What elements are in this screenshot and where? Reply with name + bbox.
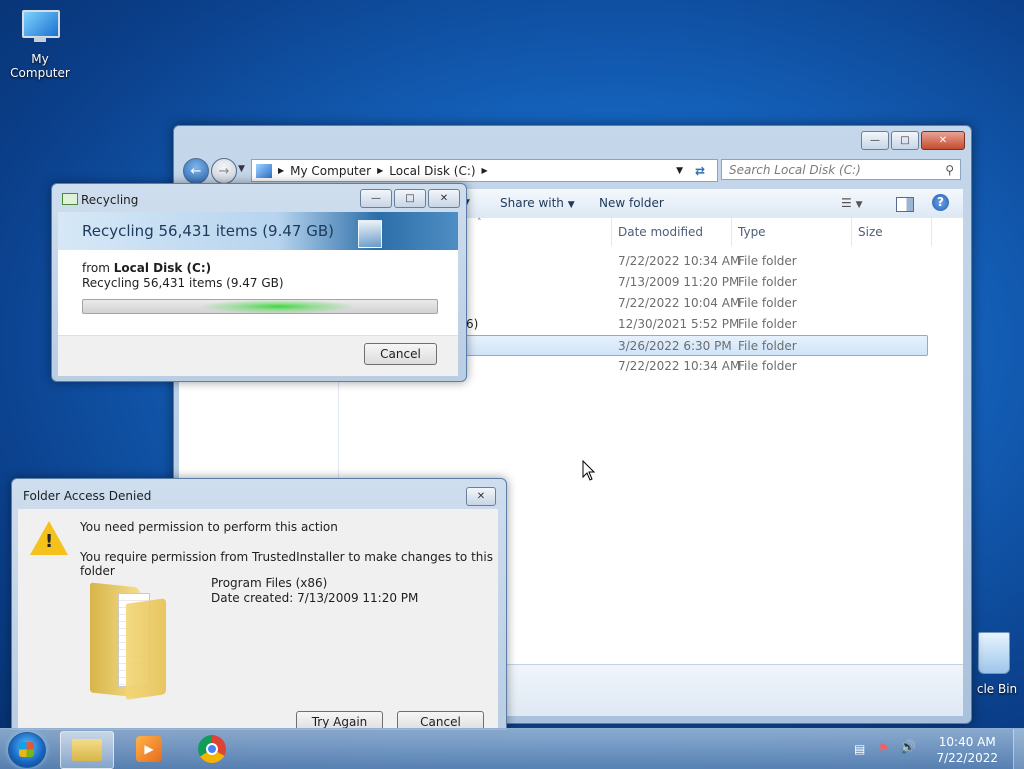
folder-icon	[72, 739, 102, 761]
cancel-button[interactable]: Cancel	[364, 343, 437, 365]
mouse-cursor-icon	[582, 460, 596, 481]
row-date: 7/22/2022 10:34 AM	[618, 359, 741, 373]
banner-title: Recycling 56,431 items (9.47 GB)	[82, 222, 334, 240]
clock-time: 10:40 AM	[938, 735, 996, 749]
forward-button[interactable]: →	[211, 158, 237, 184]
address-dropdown-icon[interactable]: ▼	[676, 166, 683, 176]
close-button[interactable]: ✕	[921, 131, 965, 150]
desktop-icon-label: cle Bin	[976, 682, 1018, 696]
network-icon[interactable]: ▤	[854, 742, 865, 756]
from-prefix: from	[82, 261, 110, 275]
minimize-button[interactable]: —	[861, 131, 889, 150]
maximize-button[interactable]: □	[891, 131, 919, 150]
taskbar: ▶ ▤ ⚑ 🔊 10:40 AM 7/22/2022	[0, 728, 1024, 769]
search-input[interactable]: Search Local Disk (C:) ⚲	[721, 159, 961, 180]
recycle-bin-glow-icon	[358, 220, 382, 248]
recycle-icon	[62, 193, 78, 205]
recycle-bin-icon	[978, 632, 1010, 674]
column-size[interactable]: Size	[858, 225, 883, 239]
row-date: 7/13/2009 11:20 PM	[618, 275, 740, 289]
chevron-right-icon: ▶	[377, 166, 384, 175]
system-tray: ▤ ⚑ 🔊 10:40 AM 7/22/2022	[854, 729, 1024, 769]
row-type: File folder	[738, 317, 797, 331]
search-placeholder: Search Local Disk (C:)	[729, 162, 861, 177]
progress-detail: Recycling 56,431 items (9.47 GB)	[82, 276, 284, 290]
preview-pane-icon[interactable]	[896, 197, 914, 212]
row-name: 6)	[466, 317, 479, 331]
progress-bar	[82, 299, 438, 314]
help-icon[interactable]: ?	[932, 194, 949, 211]
new-folder-button[interactable]: New folder	[599, 196, 664, 210]
message-secondary: You require permission from TrustedInsta…	[80, 550, 493, 578]
chrome-icon	[198, 735, 226, 763]
folder-name: Program Files (x86)	[211, 576, 328, 590]
row-type: File folder	[738, 254, 797, 268]
folder-access-denied-dialog: Folder Access Denied ✕ ! You need permis…	[11, 478, 507, 730]
breadcrumb-my-computer[interactable]: My Computer	[290, 164, 371, 178]
progress-banner: Recycling 56,431 items (9.47 GB)	[58, 212, 458, 250]
computer-icon	[256, 163, 272, 178]
dialog-body: ! You need permission to perform this ac…	[18, 509, 498, 729]
search-icon[interactable]: ⚲	[945, 163, 954, 177]
folder-icon	[90, 575, 170, 700]
computer-icon	[20, 10, 60, 42]
windows-logo-icon	[19, 742, 34, 757]
sort-indicator-icon: ˄	[477, 218, 482, 228]
start-button[interactable]	[8, 732, 46, 768]
dialog-title: Recycling	[81, 193, 139, 207]
volume-icon[interactable]: 🔊	[900, 740, 916, 755]
folder-date-created: Date created: 7/13/2009 11:20 PM	[211, 591, 419, 605]
taskbar-explorer[interactable]	[60, 731, 114, 769]
view-options-icon[interactable]: ☰ ▼	[841, 196, 863, 210]
row-type: File folder	[738, 275, 797, 289]
desktop-icon-label: My Computer	[10, 52, 70, 80]
refresh-icon[interactable]: ⇄	[695, 164, 705, 178]
close-button[interactable]: ✕	[466, 487, 496, 506]
desktop-icon-my-computer[interactable]: My Computer	[0, 10, 80, 80]
media-player-icon: ▶	[136, 736, 162, 762]
dialog-title: Folder Access Denied	[23, 489, 152, 503]
clock[interactable]: 10:40 AM 7/22/2022	[936, 734, 998, 766]
arrow-right-icon: →	[218, 163, 230, 179]
recent-pages-dropdown[interactable]: ▼	[238, 164, 245, 174]
column-date-modified[interactable]: Date modified	[618, 225, 703, 239]
taskbar-media-player[interactable]: ▶	[123, 731, 175, 767]
breadcrumb-local-disk[interactable]: Local Disk (C:)	[389, 164, 475, 178]
arrow-left-icon: ←	[190, 163, 202, 179]
dialog-footer: Cancel	[58, 335, 458, 376]
from-line: from Local Disk (C:)	[82, 261, 211, 275]
chevron-right-icon: ▶	[278, 166, 285, 175]
minimize-button[interactable]: —	[360, 189, 392, 208]
address-bar[interactable]: ▶ My Computer ▶ Local Disk (C:) ▶ ▼ ⇄	[251, 159, 718, 182]
chevron-down-icon: ▼	[567, 200, 575, 210]
clock-date: 7/22/2022	[936, 751, 998, 765]
close-button[interactable]: ✕	[428, 189, 460, 208]
share-with-button[interactable]: Share with ▼	[500, 196, 575, 210]
maximize-button[interactable]: □	[394, 189, 426, 208]
row-date: 3/26/2022 6:30 PM	[618, 339, 732, 353]
row-type: File folder	[738, 339, 797, 353]
row-date: 7/22/2022 10:34 AM	[618, 254, 741, 268]
action-center-flag-icon[interactable]: ⚑	[878, 741, 889, 755]
share-with-label: Share with	[500, 196, 564, 210]
row-date: 12/30/2021 5:52 PM	[618, 317, 740, 331]
column-type[interactable]: Type	[738, 225, 766, 239]
back-button[interactable]: ←	[183, 158, 209, 184]
row-type: File folder	[738, 296, 797, 310]
chevron-right-icon: ▶	[481, 166, 488, 175]
caption-buttons: — □ ✕	[360, 189, 460, 208]
progress-body: from Local Disk (C:) Recycling 56,431 it…	[58, 250, 458, 335]
desktop-icon-recycle-bin[interactable]: cle Bin	[964, 632, 1024, 696]
row-date: 7/22/2022 10:04 AM	[618, 296, 741, 310]
caption-buttons: — □ ✕	[861, 131, 965, 150]
from-location: Local Disk (C:)	[113, 261, 212, 275]
recycling-dialog: Recycling — □ ✕ Recycling 56,431 items (…	[51, 183, 467, 382]
show-desktop-button[interactable]	[1013, 729, 1024, 769]
message-primary: You need permission to perform this acti…	[80, 520, 338, 534]
taskbar-chrome[interactable]	[186, 731, 238, 767]
row-type: File folder	[738, 359, 797, 373]
